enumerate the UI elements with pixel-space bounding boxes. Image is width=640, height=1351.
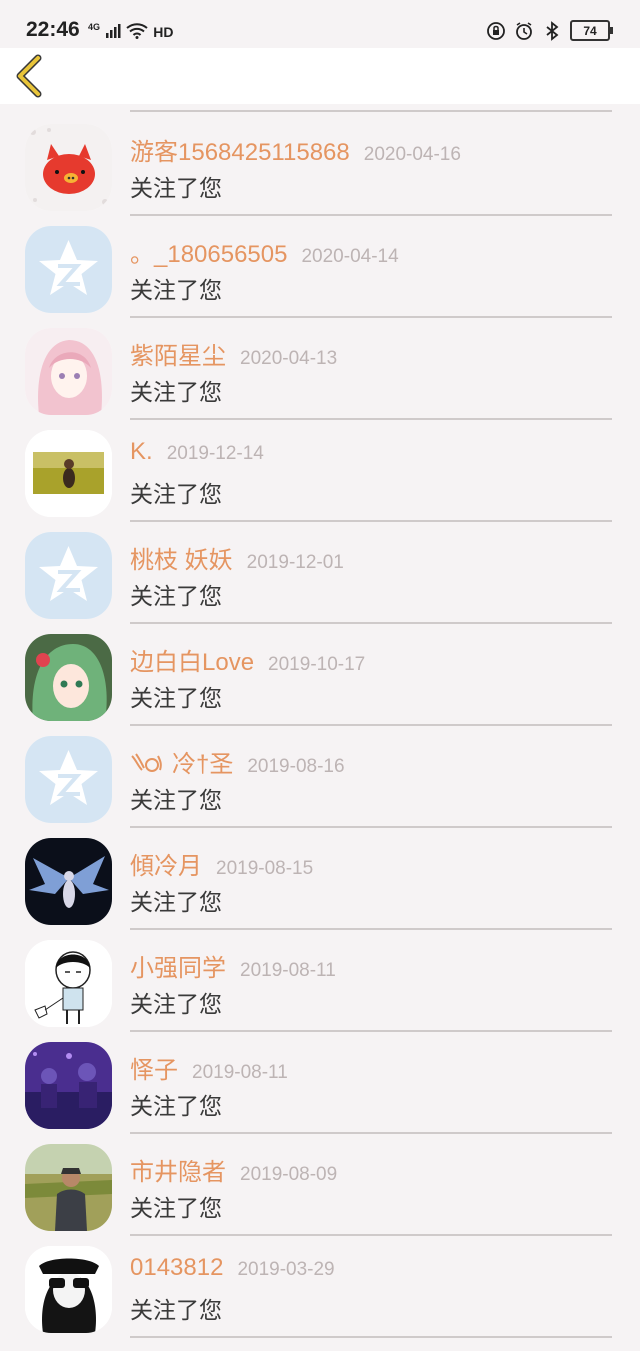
qzone-star-avatar-icon (25, 532, 112, 619)
list-item[interactable]: 市井隐者 2019-08-09 关注了您 (0, 1134, 640, 1236)
list-item[interactable]: 游客1568425115868 2020-04-16 关注了您 (0, 114, 640, 216)
user-name[interactable]: 0143812 (130, 1254, 223, 1281)
wings-icon (131, 753, 162, 772)
follow-date: 2019-08-11 (192, 1062, 288, 1083)
avatar[interactable] (25, 328, 112, 415)
user-name[interactable]: K. (130, 438, 153, 465)
action-text: 关注了您 (130, 686, 222, 712)
follow-date: 2019-12-14 (166, 443, 264, 464)
status-bar: 22:46 4G HD 74 (0, 0, 640, 48)
user-name[interactable]: 傾冷月 (130, 853, 202, 880)
avatar[interactable] (25, 736, 112, 823)
divider (130, 1336, 612, 1338)
sunglasses-avatar-icon (25, 1246, 112, 1333)
field-photo-avatar-icon (25, 430, 112, 517)
user-name[interactable]: 紫陌星尘 (130, 343, 226, 370)
red-pig-avatar-icon (25, 124, 112, 211)
top-header (0, 48, 640, 104)
action-text: 关注了您 (130, 584, 222, 610)
hd-label: HD (153, 24, 174, 40)
user-name[interactable]: 怿子 (130, 1057, 178, 1084)
back-button[interactable] (12, 52, 56, 100)
follow-date: 2020-04-13 (240, 348, 338, 369)
cartoon-boy-avatar-icon (25, 940, 112, 1027)
list-item[interactable]: 0143812 2019-03-29 关注了您 (0, 1236, 640, 1338)
man-in-field-avatar-icon (25, 1144, 112, 1231)
anime-green-hair-avatar-icon (25, 634, 112, 721)
follow-date: 2019-03-29 (237, 1259, 335, 1280)
action-text: 关注了您 (130, 890, 222, 916)
follow-date: 2019-08-16 (247, 756, 345, 777)
follow-date: 2020-04-16 (363, 144, 461, 165)
divider (130, 110, 612, 112)
avatar[interactable] (25, 1144, 112, 1231)
list-item[interactable]: 小强同学 2019-08-11 关注了您 (0, 930, 640, 1032)
anime-girl-avatar-icon (25, 328, 112, 415)
action-text: 关注了您 (130, 278, 222, 304)
follow-date: 2019-12-01 (246, 552, 344, 573)
follow-date: 2019-08-11 (240, 960, 336, 981)
list-item[interactable]: 怿子 2019-08-11 关注了您 (0, 1032, 640, 1134)
avatar[interactable] (25, 634, 112, 721)
action-text: 关注了您 (130, 992, 222, 1018)
follow-date: 2019-10-17 (268, 654, 366, 675)
avatar[interactable] (25, 940, 112, 1027)
cell-signal-icon (106, 24, 121, 38)
alarm-icon (516, 21, 532, 40)
bluetooth-icon (546, 20, 559, 41)
avatar[interactable] (25, 430, 112, 517)
wifi-icon (126, 23, 148, 39)
avatar[interactable] (25, 1042, 112, 1129)
avatar[interactable] (25, 226, 112, 313)
action-text: 关注了您 (130, 1094, 222, 1120)
list-item[interactable]: 桃枝 妖妖 2019-12-01 关注了您 (0, 522, 640, 624)
battery-indicator: 74 (570, 20, 613, 41)
avatar[interactable] (25, 124, 112, 211)
list-item[interactable]: 边白白Love 2019-10-17 关注了您 (0, 624, 640, 726)
follow-date: 2019-08-09 (240, 1164, 338, 1185)
network-indicator: 4G HD (88, 22, 174, 41)
follow-date: 2019-08-15 (216, 858, 314, 879)
network-type-label: 4G (88, 22, 101, 32)
list-item[interactable]: K. 2019-12-14 关注了您 (0, 420, 640, 522)
action-text: 关注了您 (130, 788, 222, 814)
chevron-left-icon (16, 54, 42, 98)
qzone-star-avatar-icon (25, 226, 112, 313)
user-name[interactable]: 边白白Love (130, 649, 254, 676)
avatar[interactable] (25, 838, 112, 925)
concert-avatar-icon (25, 1042, 112, 1129)
user-name[interactable]: 。_180656505 (130, 241, 287, 268)
status-time: 22:46 (26, 18, 80, 41)
action-text: 关注了您 (130, 176, 222, 202)
rotation-lock-icon (487, 21, 505, 40)
avatar[interactable] (25, 1246, 112, 1333)
action-text: 关注了您 (130, 1298, 222, 1324)
follow-date: 2020-04-14 (301, 246, 399, 267)
avatar[interactable] (25, 532, 112, 619)
list-item[interactable]: 紫陌星尘 2020-04-13 关注了您 (0, 318, 640, 420)
user-name[interactable]: 冷†圣 (172, 751, 233, 778)
list-item[interactable]: 。_180656505 2020-04-14 关注了您 (0, 216, 640, 318)
user-name[interactable]: 市井隐者 (130, 1159, 226, 1186)
user-name[interactable]: 小强同学 (130, 955, 226, 982)
user-name[interactable]: 桃枝 妖妖 (130, 547, 233, 574)
action-text: 关注了您 (130, 482, 222, 508)
qzone-star-avatar-icon (25, 736, 112, 823)
action-text: 关注了您 (130, 380, 222, 406)
list-item[interactable]: 傾冷月 2019-08-15 关注了您 (0, 828, 640, 930)
user-name[interactable]: 游客1568425115868 (130, 139, 350, 166)
action-text: 关注了您 (130, 1196, 222, 1222)
list-item[interactable]: 冷†圣 2019-08-16 关注了您 (0, 726, 640, 828)
dark-wings-avatar-icon (25, 838, 112, 925)
